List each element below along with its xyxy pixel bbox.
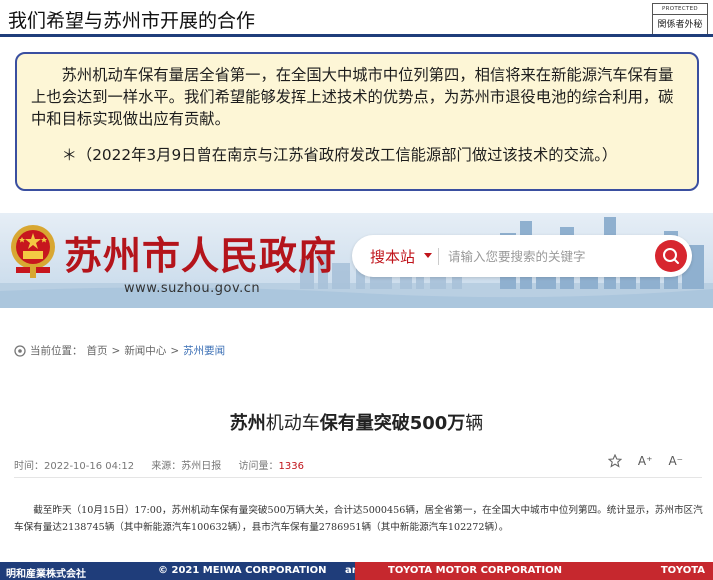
slide-title: 我们希望与苏州市开展的合作	[8, 10, 256, 32]
article-time: 时间：2022-10-16 04:12	[14, 461, 135, 472]
title-part-vehicle: 机动车	[265, 413, 320, 434]
site-url: www.suzhou.gov.cn	[124, 281, 261, 296]
search-input[interactable]	[448, 245, 648, 267]
article-views: 访问量：1336	[239, 461, 304, 472]
footer-right: TOYOTA MOTOR CORPORATION TOYOTA	[355, 562, 713, 580]
article-source: 来源：苏州日报	[151, 461, 222, 472]
breadcrumb-news-link[interactable]: 新闻中心	[124, 343, 166, 358]
search-button[interactable]	[655, 240, 687, 272]
star-icon[interactable]	[607, 454, 622, 468]
site-banner: 苏州市人民政府 www.suzhou.gov.cn 搜本站	[0, 213, 713, 308]
location-icon	[14, 344, 26, 357]
title-part-figure: 突破500万	[373, 413, 466, 434]
title-part-ownership: 保有量	[319, 413, 374, 434]
article-meta: 时间：2022-10-16 04:12 来源：苏州日报 访问量：1336	[14, 457, 318, 472]
footer-left: 明和産業株式会社 © 2021 MEIWA CORPORATION and	[0, 562, 366, 580]
article-title: 苏州机动车保有量突破500万辆	[0, 409, 713, 435]
views-label: 访问量：	[238, 461, 279, 472]
search-divider	[438, 248, 439, 265]
breadcrumb-home-link[interactable]: 首页	[87, 343, 108, 358]
article-tools: A⁺ A⁻	[607, 454, 683, 468]
stamp-confidential-label: 関係者外秘	[657, 20, 703, 30]
title-part-city: 苏州	[229, 413, 266, 434]
callout-note: ＊（2022年3月9日曾在南京与江苏省政府发改工信能源部门做过该技术的交流。）	[61, 146, 618, 164]
chevron-down-icon[interactable]	[424, 253, 432, 258]
breadcrumb-current-link[interactable]: 苏州要闻	[183, 343, 225, 358]
breadcrumb-separator: >	[170, 344, 180, 357]
copyright-text: © 2021 MEIWA CORPORATION	[158, 565, 327, 576]
header-divider	[0, 34, 713, 37]
toyota-logo: TOYOTA	[660, 565, 705, 576]
protected-stamp: PROTECTED 関係者外秘	[652, 3, 708, 35]
font-increase-button[interactable]: A⁺	[638, 454, 653, 468]
slide-footer: 明和産業株式会社 © 2021 MEIWA CORPORATION and TO…	[0, 562, 713, 580]
site-search-bar: 搜本站	[352, 235, 692, 277]
national-emblem-icon	[11, 225, 55, 278]
article-body: 截至昨天（10月15日）17:00，苏州机动车保有量突破500万辆大关，合计达5…	[14, 505, 703, 533]
website-screenshot: 苏州市人民政府 www.suzhou.gov.cn 搜本站 当前位置： 首页 >…	[0, 205, 713, 560]
breadcrumb: 当前位置： 首页 > 新闻中心 > 苏州要闻	[14, 343, 225, 358]
cooperation-callout: 苏州机动车保有量居全省第一，在全国大中城市中位列第四，相信将来在新能源汽车保有量…	[15, 52, 699, 191]
callout-paragraph: 苏州机动车保有量居全省第一，在全国大中城市中位列第四，相信将来在新能源汽车保有量…	[31, 66, 674, 128]
site-name[interactable]: 苏州市人民政府	[64, 225, 337, 280]
breadcrumb-prefix: 当前位置：	[30, 345, 83, 357]
title-part-unit: 辆	[465, 413, 484, 434]
font-decrease-button[interactable]: A⁻	[668, 454, 683, 468]
views-count: 1336	[278, 461, 304, 472]
meta-divider	[14, 477, 702, 478]
meiwa-logo: 明和産業株式会社	[6, 569, 86, 580]
breadcrumb-separator: >	[111, 344, 121, 357]
slide-header: 我们希望与苏州市开展的合作 PROTECTED 関係者外秘	[0, 0, 713, 40]
search-scope-select[interactable]: 搜本站	[370, 246, 415, 267]
search-icon	[663, 248, 679, 264]
stamp-protected-label: PROTECTED	[653, 4, 707, 15]
toyota-corporation-text: TOYOTA MOTOR CORPORATION	[388, 565, 563, 576]
